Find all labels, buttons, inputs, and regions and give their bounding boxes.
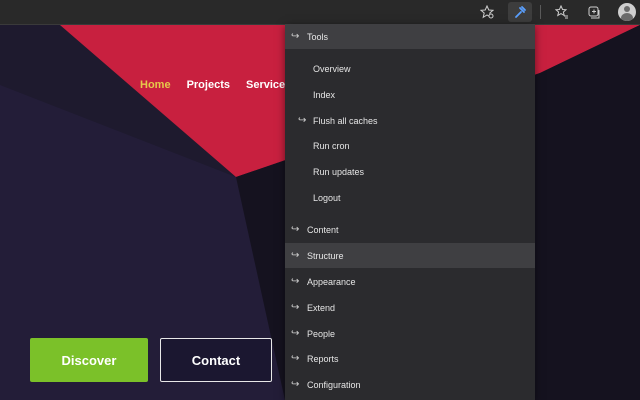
menu-item-run-cron[interactable]: Run cron bbox=[285, 133, 535, 158]
menu-item-index[interactable]: Index bbox=[285, 82, 535, 107]
menu-item-flush-caches[interactable]: ↪ Flush all caches bbox=[285, 108, 535, 133]
menu-item-logout[interactable]: Logout bbox=[285, 185, 535, 210]
contact-button[interactable]: Contact bbox=[160, 338, 272, 382]
menu-item-tools[interactable]: ↪ Tools bbox=[285, 24, 535, 49]
menu-item-extend[interactable]: ↪ Extend bbox=[285, 295, 535, 320]
return-arrow-icon: ↪ bbox=[291, 328, 300, 339]
menu-item-run-updates[interactable]: Run updates bbox=[285, 159, 535, 184]
return-arrow-icon: ↪ bbox=[291, 379, 300, 390]
site-nav: Home Projects Services bbox=[140, 79, 291, 91]
return-arrow-icon: ↪ bbox=[291, 353, 300, 364]
return-arrow-icon: ↪ bbox=[298, 115, 307, 126]
return-arrow-icon: ↪ bbox=[291, 250, 300, 261]
return-arrow-icon: ↪ bbox=[291, 224, 300, 235]
favorite-settings-icon[interactable] bbox=[478, 3, 496, 21]
menu-item-people[interactable]: ↪ People bbox=[285, 321, 535, 346]
tools-dropdown-menu: ↪ Tools Overview Index ↪ Flush all cache… bbox=[285, 24, 535, 400]
browser-toolbar bbox=[0, 0, 640, 25]
profile-icon[interactable] bbox=[618, 3, 636, 21]
discover-button[interactable]: Discover bbox=[30, 338, 148, 382]
extension-tools-icon[interactable] bbox=[508, 2, 532, 22]
return-arrow-icon: ↪ bbox=[291, 31, 300, 42]
menu-item-content[interactable]: ↪ Content bbox=[285, 217, 535, 242]
nav-home[interactable]: Home bbox=[140, 79, 171, 91]
menu-item-configuration[interactable]: ↪ Configuration bbox=[285, 372, 535, 397]
favorites-icon[interactable] bbox=[553, 3, 571, 21]
menu-item-appearance[interactable]: ↪ Appearance bbox=[285, 269, 535, 294]
return-arrow-icon: ↪ bbox=[291, 276, 300, 287]
nav-projects[interactable]: Projects bbox=[187, 79, 230, 91]
menu-item-structure[interactable]: ↪ Structure bbox=[285, 243, 535, 268]
collections-icon[interactable] bbox=[585, 3, 603, 21]
menu-item-overview[interactable]: Overview bbox=[285, 56, 535, 81]
toolbar-separator bbox=[540, 5, 541, 19]
menu-item-reports[interactable]: ↪ Reports bbox=[285, 346, 535, 371]
return-arrow-icon: ↪ bbox=[291, 302, 300, 313]
